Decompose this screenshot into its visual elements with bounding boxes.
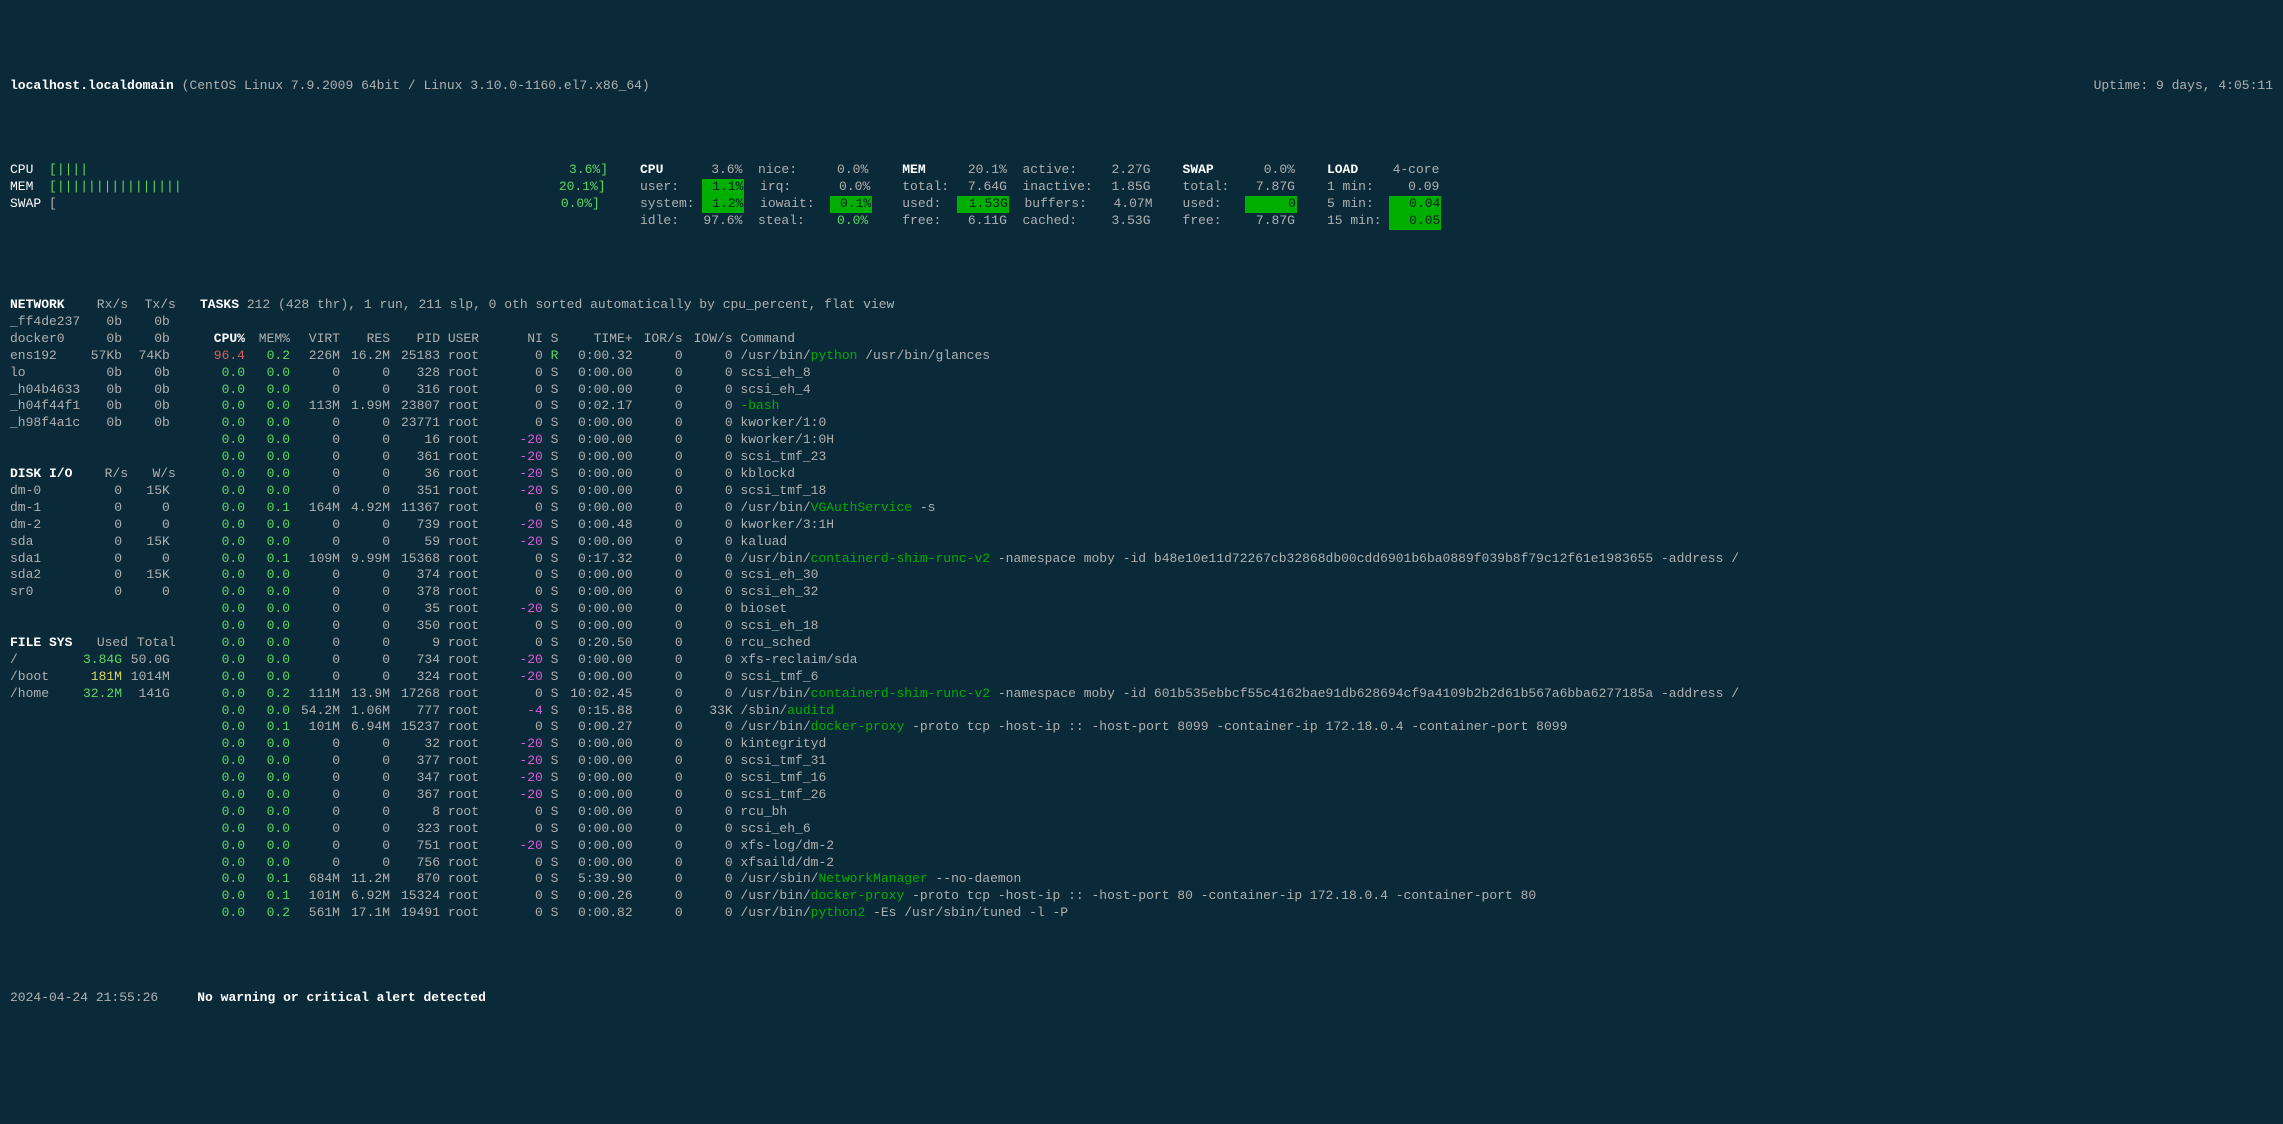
left-sidebar: NETWORK Rx/s Tx/s _ff4de2370b 0b docker0…	[10, 280, 185, 939]
process-row[interactable]: 0.00.000323 root0 S0:00.0000 scsi_eh_6	[200, 821, 811, 836]
proc-header: CPU%MEM%VIRTRESPID USERNI STIME+IOR/sIOW…	[200, 331, 795, 346]
process-row[interactable]: 0.00.00032 root-20 S0:00.0000 kintegrity…	[200, 736, 826, 751]
mem-detail-block: MEM 20.1% active: 2.27G total: 7.64G ina…	[902, 145, 1182, 229]
process-row[interactable]: 0.00.000377 root-20 S0:00.0000 scsi_tmf_…	[200, 753, 826, 768]
summary-row: CPU [||||3.6%] MEM [||||||||||||||||20.1…	[10, 145, 2273, 229]
swap-bar-label: SWAP	[10, 196, 49, 211]
process-row[interactable]: 0.00.000361 root-20 S0:00.0000 scsi_tmf_…	[200, 449, 826, 464]
diskio-row: dm-00 15K	[10, 483, 170, 498]
cpu-bar: [||||	[49, 162, 88, 177]
process-row[interactable]: 0.00.2561M17.1M19491 root0 S0:00.8200 /u…	[200, 905, 1068, 920]
tasks-area: TASKS 212 (428 thr), 1 run, 211 slp, 0 o…	[185, 280, 2273, 939]
os-string: (CentOS Linux 7.9.2009 64bit / Linux 3.1…	[182, 78, 650, 93]
process-row[interactable]: 0.00.00016 root-20 S0:00.0000 kworker/1:…	[200, 432, 834, 447]
process-row[interactable]: 0.00.1164M4.92M11367 root0 S0:00.0000 /u…	[200, 500, 935, 515]
process-row[interactable]: 0.00.1101M6.92M15324 root0 S0:00.2600 /u…	[200, 888, 1536, 903]
cpu-detail-block: CPU 3.6% nice: 0.0% user: 1.1% irq: 0.0%…	[640, 145, 902, 229]
cpu-bar-label: CPU	[10, 162, 49, 177]
load-detail-block: LOAD 4-core 1 min: 0.09 5 min: 0.04 15 m…	[1327, 145, 1471, 229]
fs-row: /3.84G 50.0G	[10, 652, 170, 667]
process-row[interactable]: 0.00.000756 root0 S0:00.0000 xfsaild/dm-…	[200, 855, 834, 870]
process-row[interactable]: 0.00.0113M1.99M23807 root0 S0:02.1700 -b…	[200, 398, 779, 413]
process-row[interactable]: 0.00.000734 root-20 S0:00.0000 xfs-recla…	[200, 652, 857, 667]
network-row: docker00b 0b	[10, 331, 170, 346]
process-row[interactable]: 0.00.000367 root-20 S0:00.0000 scsi_tmf_…	[200, 787, 826, 802]
diskio-row: sda20 15K	[10, 567, 170, 582]
network-row: ens19257Kb 74Kb	[10, 348, 170, 363]
diskio-row: dm-10 0	[10, 500, 170, 515]
mem-pct: 20.1%]	[182, 179, 606, 196]
process-row[interactable]: 0.00.0008 root0 S0:00.0000 rcu_bh	[200, 804, 787, 819]
process-row[interactable]: 0.00.2111M13.9M17268 root0 S10:02.4500 /…	[200, 686, 1739, 701]
process-row[interactable]: 0.00.000328 root0 S0:00.0000 scsi_eh_8	[200, 365, 811, 380]
mem-bar-label: MEM	[10, 179, 49, 194]
process-row[interactable]: 96.40.2226M16.2M25183 root0 R0:00.3200 /…	[200, 348, 990, 363]
bars-block: CPU [||||3.6%] MEM [||||||||||||||||20.1…	[10, 145, 640, 229]
header-line: localhost.localdomain (CentOS Linux 7.9.…	[10, 78, 2273, 95]
diskio-row: sda0 15K	[10, 534, 170, 549]
process-row[interactable]: 0.00.000350 root0 S0:00.0000 scsi_eh_18	[200, 618, 818, 633]
network-row: _h98f4a1c0b 0b	[10, 415, 170, 430]
process-row[interactable]: 0.00.00059 root-20 S0:00.0000 kaluad	[200, 534, 787, 549]
process-row[interactable]: 0.00.054.2M1.06M777 root-4 S0:15.88033K …	[200, 703, 834, 718]
process-row[interactable]: 0.00.1101M6.94M15237 root0 S0:00.2700 /u…	[200, 719, 1567, 734]
process-row[interactable]: 0.00.000378 root0 S0:00.0000 scsi_eh_32	[200, 584, 818, 599]
process-row[interactable]: 0.00.000374 root0 S0:00.0000 scsi_eh_30	[200, 567, 818, 582]
swap-detail-block: SWAP 0.0% total: 7.87G used: 0 free: 7.8…	[1183, 145, 1327, 229]
process-row[interactable]: 0.00.00023771 root0 S0:00.0000 kworker/1…	[200, 415, 826, 430]
swap-bar: [	[49, 196, 57, 211]
process-row[interactable]: 0.00.000324 root-20 S0:00.0000 scsi_tmf_…	[200, 669, 818, 684]
mem-bar: [||||||||||||||||	[49, 179, 182, 194]
process-row[interactable]: 0.00.1109M9.99M15368 root0 S0:17.3200 /u…	[200, 551, 1739, 566]
process-row[interactable]: 0.00.000751 root-20 S0:00.0000 xfs-log/d…	[200, 838, 834, 853]
process-row[interactable]: 0.00.000351 root-20 S0:00.0000 scsi_tmf_…	[200, 483, 826, 498]
fs-row: /boot181M 1014M	[10, 669, 170, 684]
footer-line: 2024-04-24 21:55:26 No warning or critic…	[10, 990, 2273, 1007]
process-row[interactable]: 0.00.00035 root-20 S0:00.0000 bioset	[200, 601, 787, 616]
cpu-pct: 3.6%]	[88, 162, 608, 179]
fs-row: /home32.2M 141G	[10, 686, 170, 701]
process-row[interactable]: 0.00.000316 root0 S0:00.0000 scsi_eh_4	[200, 382, 811, 397]
diskio-row: sr00 0	[10, 584, 170, 599]
network-row: _h04b46330b 0b	[10, 382, 170, 397]
process-row[interactable]: 0.00.00036 root-20 S0:00.0000 kblockd	[200, 466, 795, 481]
network-row: _h04f44f10b 0b	[10, 398, 170, 413]
diskio-row: sda10 0	[10, 551, 170, 566]
network-row: _ff4de2370b 0b	[10, 314, 170, 329]
process-row[interactable]: 0.00.0009 root0 S0:20.5000 rcu_sched	[200, 635, 811, 650]
uptime: Uptime: 9 days, 4:05:11	[2094, 78, 2273, 95]
network-row: lo0b 0b	[10, 365, 170, 380]
swap-pct: 0.0%]	[57, 196, 600, 213]
main-content: NETWORK Rx/s Tx/s _ff4de2370b 0b docker0…	[10, 280, 2273, 939]
hostname: localhost.localdomain	[10, 78, 174, 93]
diskio-row: dm-20 0	[10, 517, 170, 532]
process-row[interactable]: 0.00.000347 root-20 S0:00.0000 scsi_tmf_…	[200, 770, 826, 785]
process-row[interactable]: 0.00.1684M11.2M870 root0 S5:39.9000 /usr…	[200, 871, 1021, 886]
process-row[interactable]: 0.00.000739 root-20 S0:00.4800 kworker/3…	[200, 517, 834, 532]
